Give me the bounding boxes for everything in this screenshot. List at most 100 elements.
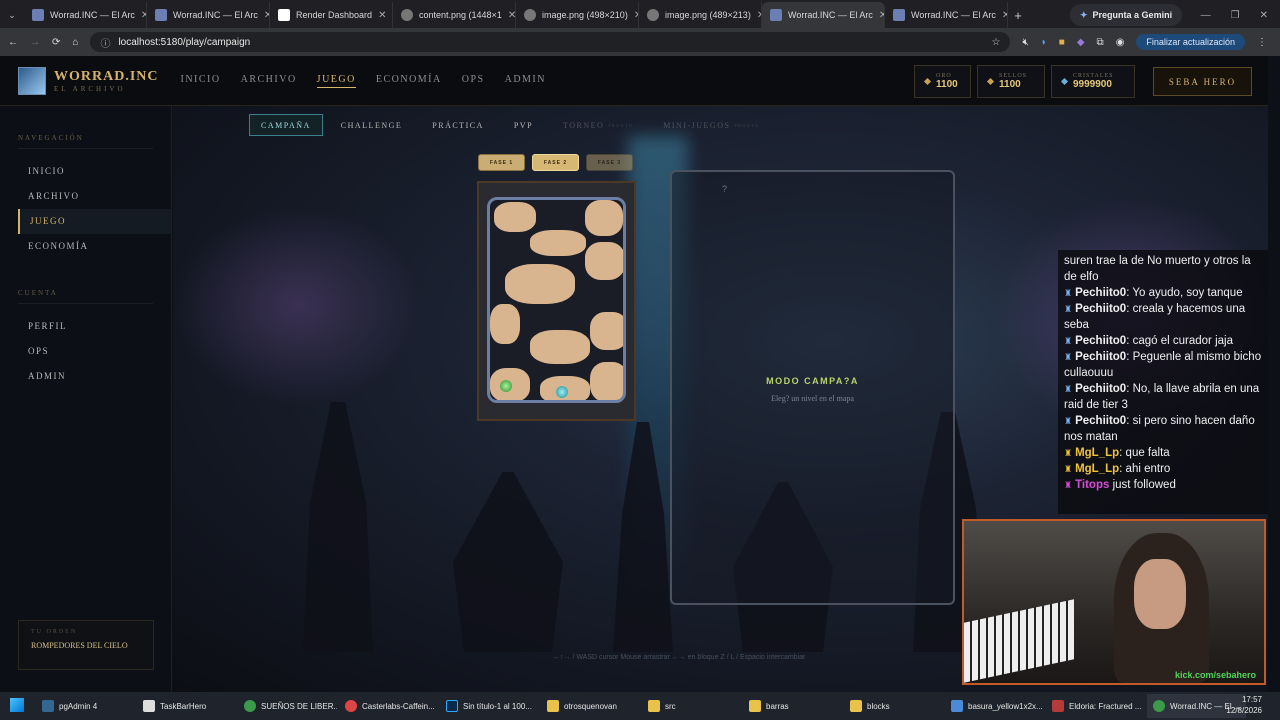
kick-watermark: kick.com/sebahero bbox=[1174, 670, 1256, 680]
taskbar-item[interactable]: TaskBarHero bbox=[137, 694, 236, 718]
close-icon[interactable]: ✕ bbox=[508, 10, 515, 21]
taskbar-item[interactable]: Eldoria: Fractured ... bbox=[1046, 694, 1145, 718]
level-node[interactable] bbox=[585, 242, 623, 280]
oro-value: 1100 bbox=[936, 79, 958, 90]
folder-icon bbox=[648, 700, 660, 712]
sidebar-item-ops[interactable]: OPS bbox=[0, 339, 171, 364]
back-icon[interactable]: ← bbox=[8, 37, 18, 48]
browser-tab[interactable]: Worrad.INC — El Arc✕ bbox=[147, 2, 270, 28]
tab-pvp[interactable]: PVP bbox=[502, 114, 545, 136]
home-icon[interactable]: ⌂ bbox=[72, 37, 78, 48]
site-icon bbox=[32, 9, 44, 21]
tab-practica[interactable]: PRÁCTICA bbox=[420, 114, 496, 136]
level-node[interactable] bbox=[590, 312, 623, 350]
menu-ops[interactable]: OPS bbox=[462, 74, 485, 88]
sidebar-item-archivo[interactable]: ARCHIVO bbox=[0, 184, 171, 209]
image-icon bbox=[951, 700, 963, 712]
taskbar-label: Casterlabs-Caffein... bbox=[362, 701, 435, 711]
url-field[interactable]: ⓘ localhost:5180/play/campaign ☆ bbox=[90, 32, 1011, 52]
taskbar-item[interactable]: src bbox=[642, 694, 741, 718]
menu-admin[interactable]: ADMIN bbox=[505, 74, 546, 88]
chat-message: ♜ Pechiito0: No, la llave abrila en una r… bbox=[1064, 381, 1262, 413]
site-info-icon[interactable]: ⓘ bbox=[100, 35, 110, 50]
sidebar-item-perfil[interactable]: PERFIL bbox=[0, 314, 171, 339]
menu-economia[interactable]: ECONOMÍA bbox=[376, 74, 442, 88]
close-icon[interactable]: ✕ bbox=[378, 10, 386, 21]
taskbar-item[interactable]: otrosquenovan bbox=[541, 694, 640, 718]
tab-mini-juegos: MINI-JUEGOS PRONTO bbox=[651, 114, 771, 136]
menu-archivo[interactable]: ARCHIVO bbox=[241, 74, 297, 88]
minimize-icon[interactable]: — bbox=[1201, 10, 1211, 21]
browser-tab[interactable]: image.png (498×210)✕ bbox=[516, 2, 639, 28]
level-node[interactable] bbox=[590, 362, 623, 400]
menu-dots-icon[interactable]: ⋮ bbox=[1257, 37, 1267, 48]
browser-tab-active[interactable]: Worrad.INC — El Arc✕ bbox=[762, 2, 885, 28]
browser-tab[interactable]: Worrad.INC — El Arc✕ bbox=[885, 2, 1008, 28]
browser-tab[interactable]: image.png (489×213)✕ bbox=[639, 2, 762, 28]
tab-challenge[interactable]: CHALLENGE bbox=[329, 114, 415, 136]
browser-tab[interactable]: Worrad.INC — El Arc✕ bbox=[24, 2, 147, 28]
level-node[interactable] bbox=[490, 304, 520, 344]
taskbar-item[interactable]: basura_yellow1x2x... bbox=[945, 694, 1044, 718]
tab-label: CAMPAÑA bbox=[261, 120, 311, 130]
phase-3-button[interactable]: FASE 3 bbox=[586, 154, 633, 171]
brand-subtitle: EL ARCHIVO bbox=[54, 84, 126, 93]
level-node[interactable] bbox=[505, 264, 575, 304]
mute-icon[interactable]: 🔇︎ bbox=[1022, 37, 1028, 48]
level-gem-icon[interactable] bbox=[556, 386, 568, 398]
keyboard-piano bbox=[964, 599, 1074, 683]
tab-label: PRÁCTICA bbox=[432, 120, 484, 130]
address-bar-row: ← → ⟳ ⌂ ⓘ localhost:5180/play/campaign ☆… bbox=[0, 28, 1280, 56]
help-icon[interactable]: ? bbox=[722, 184, 727, 194]
taskbar-item[interactable]: pgAdmin 4 bbox=[36, 694, 135, 718]
bookmark-star-icon[interactable]: ☆ bbox=[991, 37, 1000, 48]
sidebar-item-admin[interactable]: ADMIN bbox=[0, 364, 171, 389]
taskbar-item[interactable]: Casterlabs-Caffein... bbox=[339, 694, 438, 718]
badge-icon: ♜ bbox=[1064, 352, 1073, 362]
gemini-button[interactable]: ✦ Pregunta a Gemini bbox=[1070, 4, 1183, 26]
campaign-map[interactable] bbox=[487, 197, 626, 403]
level-node[interactable] bbox=[530, 230, 586, 256]
sellos-value: 1100 bbox=[999, 79, 1021, 90]
update-button[interactable]: Finalizar actualización bbox=[1136, 34, 1245, 50]
extension-icon[interactable]: ◆ bbox=[1077, 37, 1085, 48]
chat-text: just followed bbox=[1109, 479, 1176, 491]
level-node[interactable] bbox=[494, 202, 536, 232]
current-level-gem-icon[interactable] bbox=[500, 380, 512, 392]
profile-icon[interactable]: ◉ bbox=[1116, 37, 1125, 48]
taskbar-item[interactable]: blocks bbox=[844, 694, 943, 718]
taskbar-item[interactable]: SUEÑOS DE LIBER... bbox=[238, 694, 337, 718]
window-close-icon[interactable]: ✕ bbox=[1260, 10, 1268, 21]
badge-icon: ♜ bbox=[1064, 448, 1073, 458]
level-node[interactable] bbox=[530, 330, 590, 364]
tab-list-icon[interactable]: ⌄ bbox=[0, 2, 24, 28]
extensions-puzzle-icon[interactable]: ⧉ bbox=[1097, 37, 1104, 48]
sidebar-item-inicio[interactable]: INICIO bbox=[0, 159, 171, 184]
tab-campana[interactable]: CAMPAÑA bbox=[249, 114, 323, 136]
phase-2-button[interactable]: FASE 2 bbox=[532, 154, 579, 171]
browser-tab[interactable]: Render Dashboard ✕ bbox=[270, 2, 393, 28]
level-node[interactable] bbox=[585, 200, 623, 236]
logo[interactable] bbox=[18, 66, 46, 95]
restore-icon[interactable]: ❐ bbox=[1231, 10, 1240, 21]
guild-card[interactable]: TU ORDEN ROMPEDORES DEL CIELO bbox=[18, 620, 154, 670]
sidebar-item-juego[interactable]: JUEGO bbox=[18, 209, 171, 234]
site-icon bbox=[770, 9, 782, 21]
phase-1-button[interactable]: FASE 1 bbox=[478, 154, 525, 171]
browser-tab[interactable]: content.png (1448×1 ✕ bbox=[393, 2, 516, 28]
system-clock[interactable]: 17:57 12/8/2026 bbox=[1226, 694, 1262, 716]
sidebar-item-economia[interactable]: ECONOMÍA bbox=[0, 234, 171, 259]
new-tab-icon[interactable]: + bbox=[1008, 2, 1028, 28]
sidebar-section-title: CUENTA bbox=[18, 289, 153, 304]
extension-icon[interactable]: ◗ bbox=[1041, 37, 1047, 48]
start-icon[interactable] bbox=[10, 698, 24, 712]
taskbar-item[interactable]: barras bbox=[743, 694, 842, 718]
user-button[interactable]: SEBA HERO bbox=[1153, 67, 1252, 96]
menu-inicio[interactable]: INICIO bbox=[181, 74, 221, 88]
chat-username: Pechiito0 bbox=[1075, 303, 1127, 315]
menu-juego[interactable]: JUEGO bbox=[316, 74, 356, 88]
extension-icon[interactable]: ■ bbox=[1059, 37, 1065, 48]
taskbar-item[interactable]: Sin título-1 al 100... bbox=[440, 694, 539, 718]
forward-icon[interactable]: → bbox=[30, 37, 40, 48]
reload-icon[interactable]: ⟳ bbox=[52, 37, 60, 48]
